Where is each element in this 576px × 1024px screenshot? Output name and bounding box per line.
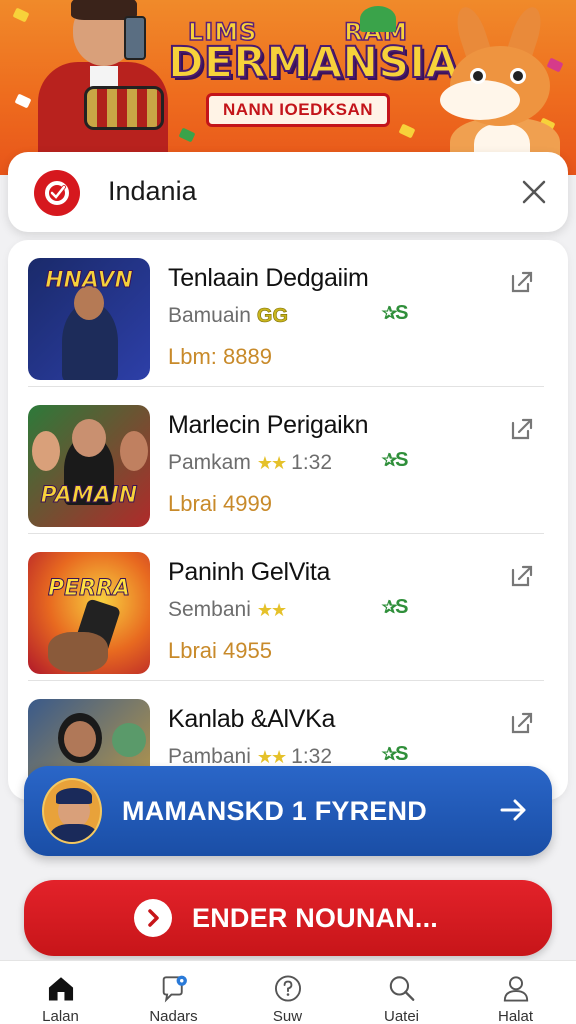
star-icon: ★★ xyxy=(256,746,287,767)
search-bar[interactable]: Indania xyxy=(8,152,568,232)
edit-icon[interactable] xyxy=(508,709,536,737)
nav-label: Uatei xyxy=(383,1008,420,1024)
star-icon: ★★ xyxy=(256,452,287,473)
item-price: Lbm: 8889 xyxy=(168,344,272,369)
confetti xyxy=(12,7,30,23)
item-sub-text: Pamkam xyxy=(168,451,251,474)
help-circle-icon xyxy=(274,975,301,1002)
item-subtitle: Sembani ★★ xyxy=(168,598,287,622)
edit-icon[interactable] xyxy=(508,562,536,590)
item-thumbnail: HNAVN xyxy=(28,258,150,380)
brand-logo-icon xyxy=(34,170,80,216)
nav-label: Lalan xyxy=(42,1008,79,1024)
home-icon xyxy=(48,977,73,1001)
item-title: Kanlab &AlVKa xyxy=(168,705,336,733)
item-thumbnail: PERRA xyxy=(28,552,150,674)
item-thumbnail: PAMAIN xyxy=(28,405,150,527)
promo-banner[interactable]: LIMS RAM DERMANSIA NANN IOEDKSAN xyxy=(0,0,576,175)
item-sub-text: Bamuain xyxy=(168,304,251,327)
star-icon: ✰ xyxy=(382,303,397,323)
item-sub-text: Sembani xyxy=(168,598,251,621)
item-price: Lbrai 4999 xyxy=(168,491,272,516)
primary-action-button[interactable]: ENDER NOUNAN... xyxy=(24,880,552,956)
nav-item-home[interactable]: Lalan xyxy=(3,961,118,1024)
bottom-navigation: Lalan Nadars Suw Uatei Halat xyxy=(0,960,576,1024)
item-time: 1:32 xyxy=(291,451,333,474)
star-icon: ✰ xyxy=(382,597,397,617)
item-title: Marlecin Perigaikn xyxy=(168,411,369,439)
nav-item-search[interactable]: Uatei xyxy=(344,961,459,1024)
item-rating: ✰S xyxy=(382,302,408,325)
chevron-right-icon xyxy=(134,899,172,937)
close-icon[interactable] xyxy=(514,172,554,212)
star-icon: ✰ xyxy=(382,450,397,470)
item-subtitle: Bamuain GG xyxy=(168,304,288,328)
avatar xyxy=(42,778,102,844)
rating-value: S xyxy=(395,449,409,471)
list-item[interactable]: HNAVN Tenlaain Dedgaiim Bamuain GG ✰S Lb… xyxy=(8,240,568,387)
profile-icon xyxy=(503,976,528,1002)
logo-title: DERMANSIA xyxy=(167,38,459,88)
results-list: HNAVN Tenlaain Dedgaiim Bamuain GG ✰S Lb… xyxy=(8,240,568,800)
thumbnail-title: PAMAIN xyxy=(40,483,138,508)
primary-action-label: ENDER NOUNAN... xyxy=(192,903,439,933)
item-rating: ✰S xyxy=(382,596,408,619)
item-badge: GG xyxy=(256,304,289,327)
rating-value: S xyxy=(395,596,409,618)
item-title: Paninh GelVita xyxy=(168,558,331,586)
nav-label: Nadars xyxy=(149,1008,198,1024)
star-icon: ★★ xyxy=(256,599,287,620)
thumbnail-title: PERRA xyxy=(47,576,131,601)
item-rating: ✰S xyxy=(382,449,408,472)
chat-location-icon xyxy=(162,975,187,1003)
search-input[interactable]: Indania xyxy=(108,176,197,207)
nav-label: Suw xyxy=(272,1008,303,1024)
banner-logo: LIMS RAM DERMANSIA NANN IOEDKSAN xyxy=(167,17,459,148)
edit-icon[interactable] xyxy=(508,415,536,443)
search-icon xyxy=(389,976,414,1001)
item-rating: ✰S xyxy=(382,743,408,766)
nav-label: Halat xyxy=(497,1008,534,1024)
invite-friend-banner[interactable]: MAMANSKD 1 FYREND xyxy=(24,766,552,856)
edit-icon[interactable] xyxy=(508,268,536,296)
list-item[interactable]: PAMAIN Marlecin Perigaikn Pamkam ★★ 1:32… xyxy=(8,387,568,534)
list-item[interactable]: PERRA Paninh GelVita Sembani ★★ ✰S Lbrai… xyxy=(8,534,568,681)
star-icon: ✰ xyxy=(382,744,397,764)
invite-friend-label: MAMANSKD 1 FYREND xyxy=(122,796,427,826)
nav-item-chats[interactable]: Nadars xyxy=(116,961,231,1024)
fox-mascot xyxy=(430,3,570,175)
item-subtitle: Pamkam ★★ 1:32 xyxy=(168,451,332,475)
logo-ribbon: NANN IOEDKSAN xyxy=(205,93,391,127)
thumbnail-title: HNAVN xyxy=(45,268,134,293)
item-price: Lbrai 4955 xyxy=(168,638,272,663)
nav-item-profile[interactable]: Halat xyxy=(458,961,573,1024)
rating-value: S xyxy=(395,302,409,324)
host-illustration xyxy=(28,0,178,172)
plant-icon xyxy=(360,6,396,32)
nav-item-help[interactable]: Suw xyxy=(230,961,345,1024)
item-title: Tenlaain Dedgaiim xyxy=(168,264,369,292)
arrow-right-icon[interactable] xyxy=(494,790,534,830)
phone-icon xyxy=(124,16,146,60)
rating-value: S xyxy=(395,743,409,765)
